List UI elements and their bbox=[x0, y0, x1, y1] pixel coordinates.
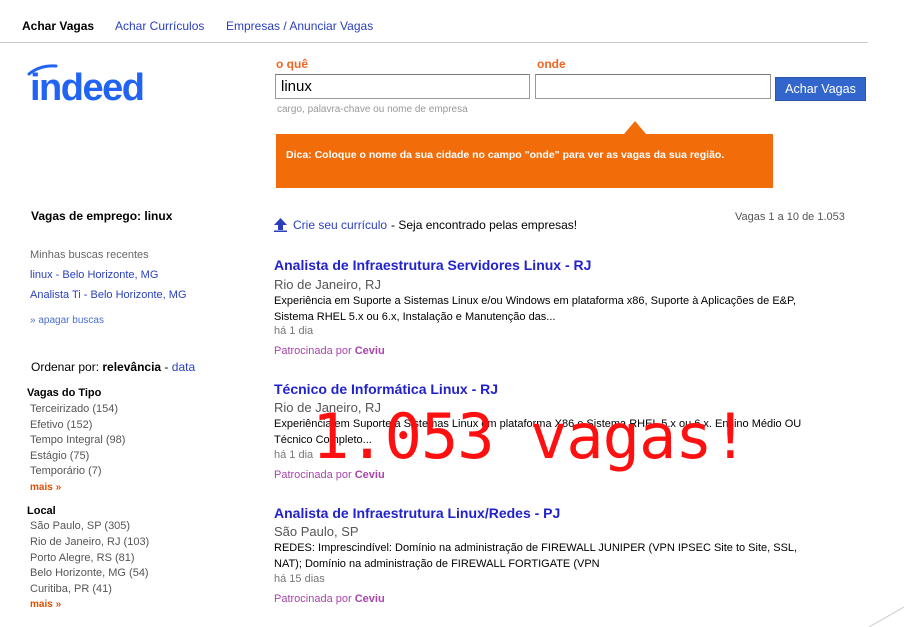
top-nav: Achar Vagas Achar Currículos Empresas / … bbox=[0, 0, 868, 43]
what-hint: cargo, palavra-chave ou nome de empresa bbox=[277, 104, 468, 115]
job-description: REDES: Imprescindível: Domínio na admini… bbox=[274, 542, 798, 570]
create-resume-link[interactable]: Crie seu currículo bbox=[293, 218, 387, 232]
facet-item[interactable]: Efetivo (152) bbox=[30, 419, 92, 431]
job-age: há 15 dias bbox=[274, 573, 325, 585]
job-location: Rio de Janeiro, RJ bbox=[274, 277, 381, 292]
nav-achar-curriculos[interactable]: Achar Currículos bbox=[115, 19, 204, 33]
facet-item[interactable]: Curitiba, PR (41) bbox=[30, 583, 112, 595]
job-sponsor: Patrocinada por Ceviu bbox=[274, 593, 385, 605]
what-label: o quê bbox=[276, 57, 308, 71]
facet-item[interactable]: Tempo Integral (98) bbox=[30, 434, 125, 446]
what-input[interactable] bbox=[275, 74, 530, 99]
logo-text: indeed bbox=[30, 67, 143, 108]
search-button[interactable]: Achar Vagas bbox=[775, 77, 866, 101]
nav-achar-vagas[interactable]: Achar Vagas bbox=[22, 19, 94, 33]
create-resume-banner: Crie seu currículo - Seja encontrado pel… bbox=[274, 218, 577, 232]
facet-item[interactable]: Belo Horizonte, MG (54) bbox=[30, 567, 149, 579]
facet-item[interactable]: Rio de Janeiro, RJ (103) bbox=[30, 536, 149, 548]
where-label: onde bbox=[537, 57, 566, 71]
clear-searches-link[interactable]: » apagar buscas bbox=[30, 315, 104, 326]
recent-search-2[interactable]: Analista Ti - Belo Horizonte, MG bbox=[30, 289, 187, 301]
create-resume-text: - Seja encontrado pelas empresas! bbox=[391, 218, 578, 232]
where-input[interactable] bbox=[535, 74, 771, 99]
facet-item[interactable]: Porto Alegre, RS (81) bbox=[30, 552, 135, 564]
sort-relevance: relevância bbox=[102, 360, 162, 374]
job-location: São Paulo, SP bbox=[274, 524, 359, 539]
facet-item[interactable]: São Paulo, SP (305) bbox=[30, 520, 130, 532]
indeed-logo[interactable]: indeed bbox=[26, 62, 171, 108]
facet-more-local[interactable]: mais » bbox=[30, 599, 61, 610]
facet-item[interactable]: Temporário (7) bbox=[30, 465, 102, 477]
facet-item[interactable]: Terceirizado (154) bbox=[30, 403, 118, 415]
corner-line-decoration bbox=[868, 606, 904, 627]
facet-more-type[interactable]: mais » bbox=[30, 482, 61, 493]
job-sponsor: Patrocinada por Ceviu bbox=[274, 345, 385, 357]
sort-date-link[interactable]: data bbox=[172, 360, 195, 374]
job-age: há 1 dia bbox=[274, 325, 314, 337]
sidebar-title: Vagas de emprego: linux bbox=[31, 209, 173, 223]
job-title-link[interactable]: Analista de Infraestrutura Linux/Redes -… bbox=[274, 505, 560, 521]
job-age: há 1 dia bbox=[274, 449, 314, 461]
tip-arrow bbox=[624, 121, 646, 134]
facet-item[interactable]: Estágio (75) bbox=[30, 450, 89, 462]
job-description: Experiência em Suporte a Sistemas Linux … bbox=[274, 295, 796, 323]
nav-empresas[interactable]: Empresas / Anunciar Vagas bbox=[226, 19, 373, 33]
facet-title-type: Vagas do Tipo bbox=[27, 387, 102, 399]
recent-search-1[interactable]: linux - Belo Horizonte, MG bbox=[30, 269, 158, 281]
upload-arrow-icon[interactable] bbox=[274, 218, 287, 232]
tip-box: Dica: Coloque o nome da sua cidade no ca… bbox=[276, 134, 773, 188]
overlay-annotation: 1.053 vagas! bbox=[312, 400, 749, 473]
recent-searches-label: Minhas buscas recentes bbox=[30, 249, 149, 261]
facet-title-local: Local bbox=[27, 505, 56, 517]
results-count: Vagas 1 a 10 de 1.053 bbox=[735, 211, 845, 223]
job-title-link[interactable]: Técnico de Informática Linux - RJ bbox=[274, 381, 498, 397]
job-title-link[interactable]: Analista de Infraestrutura Servidores Li… bbox=[274, 257, 591, 273]
sort-by: Ordenar por: relevância - data bbox=[31, 360, 196, 374]
